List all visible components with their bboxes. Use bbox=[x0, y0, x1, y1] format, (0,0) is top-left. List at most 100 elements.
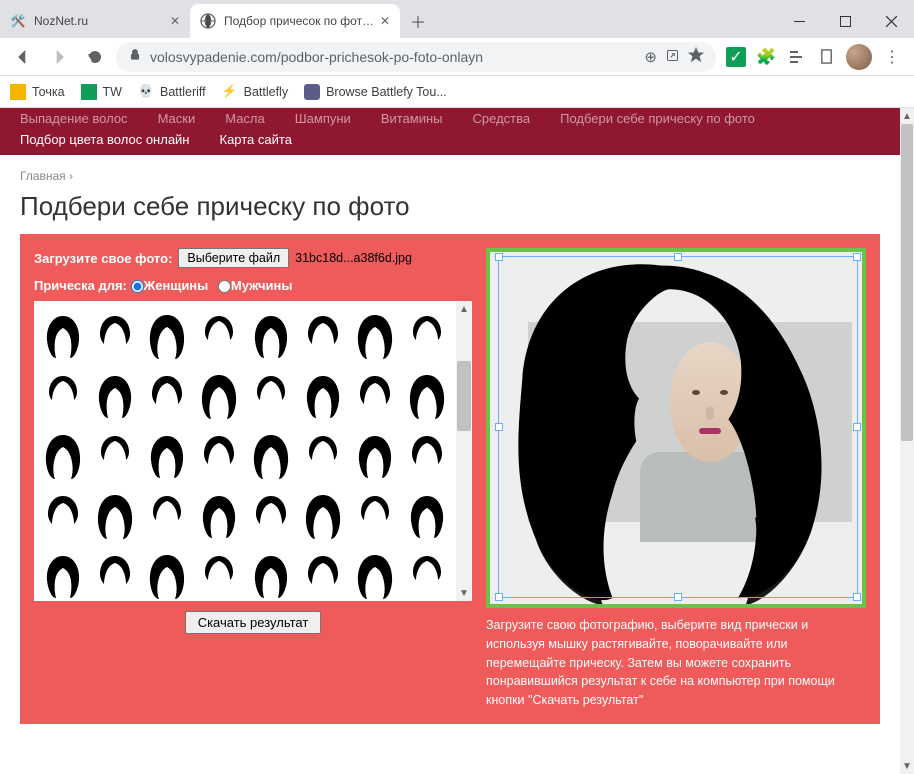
scroll-down-icon[interactable]: ▼ bbox=[900, 758, 914, 774]
nav-link[interactable]: Подбери себе прическу по фото bbox=[560, 111, 755, 126]
hairstyle-thumb[interactable] bbox=[40, 367, 86, 423]
hairstyle-thumb[interactable] bbox=[144, 367, 190, 423]
search-icon[interactable]: ⊕ bbox=[644, 48, 657, 66]
gender-option-female[interactable]: Женщины bbox=[131, 278, 209, 293]
hairstyle-thumb[interactable] bbox=[352, 307, 398, 363]
hairstyle-thumb[interactable] bbox=[352, 547, 398, 601]
browser-tab-active[interactable]: Подбор причесок по фото онла ✕ bbox=[190, 4, 400, 38]
close-icon[interactable]: ✕ bbox=[170, 14, 180, 28]
hairstyle-thumb[interactable] bbox=[248, 547, 294, 601]
browser-titlebar: 🛠️ NozNet.ru ✕ Подбор причесок по фото о… bbox=[0, 0, 914, 38]
share-icon[interactable] bbox=[665, 48, 680, 66]
hairstyle-thumb[interactable] bbox=[248, 307, 294, 363]
selection-box[interactable] bbox=[498, 256, 858, 598]
scroll-down-icon[interactable]: ▼ bbox=[456, 585, 472, 601]
profile-avatar[interactable] bbox=[846, 44, 872, 70]
bookmark-battlefly[interactable]: ⚡Battlefly bbox=[222, 84, 288, 100]
hairstyle-thumb[interactable] bbox=[92, 547, 138, 601]
nav-link[interactable]: Витамины bbox=[381, 111, 443, 126]
hairstyle-thumb[interactable] bbox=[144, 307, 190, 363]
resize-handle[interactable] bbox=[495, 423, 503, 431]
nav-link[interactable]: Средства bbox=[473, 111, 531, 126]
maximize-button[interactable] bbox=[822, 4, 868, 38]
page-scrollbar[interactable]: ▲ ▼ bbox=[900, 108, 914, 774]
hairstyle-thumb[interactable] bbox=[196, 307, 242, 363]
hairstyle-thumb[interactable] bbox=[352, 487, 398, 543]
nav-link[interactable]: Масла bbox=[225, 111, 265, 126]
browser-tab-noznet[interactable]: 🛠️ NozNet.ru ✕ bbox=[0, 4, 190, 38]
hairstyle-thumb[interactable] bbox=[92, 427, 138, 483]
list-icon[interactable] bbox=[786, 47, 806, 67]
forward-button[interactable] bbox=[44, 42, 74, 72]
nav-link[interactable]: Выпадение волос bbox=[20, 111, 128, 126]
hairstyle-thumb[interactable] bbox=[40, 427, 86, 483]
breadcrumb[interactable]: Главная › bbox=[20, 169, 880, 183]
hairstyle-thumb[interactable] bbox=[144, 427, 190, 483]
upload-row: Загрузите свое фото: Выберите файл 31bc1… bbox=[34, 248, 472, 268]
hairstyle-thumb[interactable] bbox=[40, 487, 86, 543]
reload-button[interactable] bbox=[80, 42, 110, 72]
hairstyle-thumb[interactable] bbox=[300, 367, 346, 423]
download-result-button[interactable]: Скачать результат bbox=[185, 611, 322, 634]
hairstyle-thumb[interactable] bbox=[404, 427, 450, 483]
choose-file-button[interactable]: Выберите файл bbox=[178, 248, 289, 268]
hairstyle-thumb[interactable] bbox=[196, 487, 242, 543]
check-icon[interactable]: ✓ bbox=[726, 47, 746, 67]
bookmark-battlefy[interactable]: Browse Battlefy Tou... bbox=[304, 84, 447, 100]
resize-handle[interactable] bbox=[674, 593, 682, 601]
hairstyle-thumb[interactable] bbox=[352, 367, 398, 423]
hairstyle-thumb[interactable] bbox=[196, 547, 242, 601]
puzzle-icon[interactable]: 🧩 bbox=[756, 47, 776, 67]
hairstyle-thumb[interactable] bbox=[352, 427, 398, 483]
hairstyle-thumb[interactable] bbox=[248, 367, 294, 423]
close-window-button[interactable] bbox=[868, 4, 914, 38]
hairstyle-thumb[interactable] bbox=[40, 307, 86, 363]
gallery-scrollbar[interactable]: ▲ ▼ bbox=[456, 301, 472, 601]
hairstyle-thumb[interactable] bbox=[404, 307, 450, 363]
scrollbar-thumb[interactable] bbox=[457, 361, 471, 431]
scroll-up-icon[interactable]: ▲ bbox=[456, 301, 472, 317]
close-icon[interactable]: ✕ bbox=[380, 14, 390, 28]
resize-handle[interactable] bbox=[853, 593, 861, 601]
minimize-button[interactable] bbox=[776, 4, 822, 38]
bookmark-tochka[interactable]: Точка bbox=[10, 84, 65, 100]
resize-handle[interactable] bbox=[853, 253, 861, 261]
scroll-up-icon[interactable]: ▲ bbox=[900, 108, 914, 124]
hairstyle-thumb[interactable] bbox=[40, 547, 86, 601]
nav-link[interactable]: Карта сайта bbox=[220, 132, 292, 147]
nav-link[interactable]: Маски bbox=[158, 111, 196, 126]
resize-handle[interactable] bbox=[495, 593, 503, 601]
hairstyle-thumb[interactable] bbox=[248, 427, 294, 483]
address-bar[interactable]: volosvypadenie.com/podbor-prichesok-po-f… bbox=[116, 42, 716, 72]
hairstyle-thumb[interactable] bbox=[404, 487, 450, 543]
resize-handle[interactable] bbox=[674, 253, 682, 261]
hairstyle-thumb[interactable] bbox=[144, 487, 190, 543]
hairstyle-thumb[interactable] bbox=[92, 487, 138, 543]
menu-icon[interactable]: ⋮ bbox=[882, 47, 902, 67]
hairstyle-thumb[interactable] bbox=[248, 487, 294, 543]
star-icon[interactable] bbox=[688, 47, 704, 66]
preview-canvas[interactable] bbox=[486, 248, 866, 608]
hairstyle-thumb[interactable] bbox=[196, 367, 242, 423]
nav-link[interactable]: Подбор цвета волос онлайн bbox=[20, 132, 190, 147]
hairstyle-thumb[interactable] bbox=[404, 367, 450, 423]
resize-handle[interactable] bbox=[495, 253, 503, 261]
gender-option-male[interactable]: Мужчины bbox=[218, 278, 293, 293]
hairstyle-thumb[interactable] bbox=[300, 427, 346, 483]
resize-handle[interactable] bbox=[853, 423, 861, 431]
back-button[interactable] bbox=[8, 42, 38, 72]
scrollbar-thumb[interactable] bbox=[901, 124, 913, 441]
new-tab-button[interactable]: ＋ bbox=[404, 7, 432, 35]
bookmark-battleriff[interactable]: 💀Battleriff bbox=[138, 84, 206, 100]
hairstyle-thumb[interactable] bbox=[300, 307, 346, 363]
hairstyle-thumb[interactable] bbox=[144, 547, 190, 601]
hairstyle-thumb[interactable] bbox=[92, 367, 138, 423]
bookmark-tw[interactable]: TW bbox=[81, 84, 122, 100]
note-icon[interactable] bbox=[816, 47, 836, 67]
hairstyle-thumb[interactable] bbox=[404, 547, 450, 601]
hairstyle-thumb[interactable] bbox=[92, 307, 138, 363]
hairstyle-thumb[interactable] bbox=[300, 547, 346, 601]
nav-link[interactable]: Шампуни bbox=[295, 111, 351, 126]
hairstyle-thumb[interactable] bbox=[300, 487, 346, 543]
hairstyle-thumb[interactable] bbox=[196, 427, 242, 483]
